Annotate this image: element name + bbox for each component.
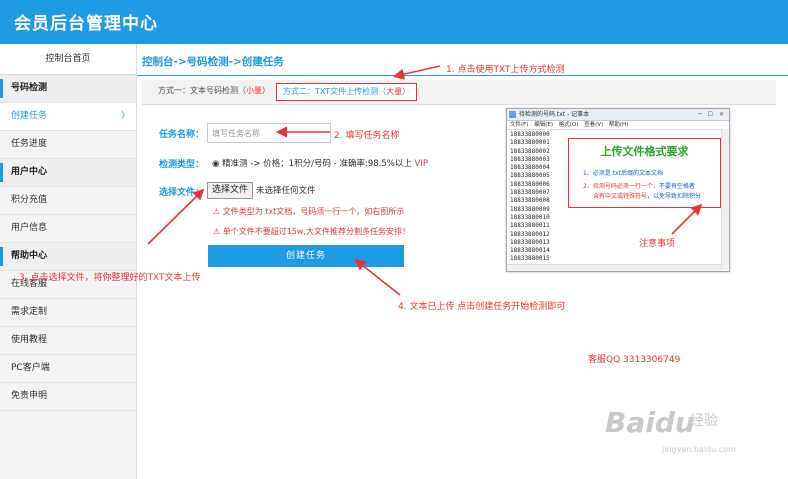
arrow-to-file-button <box>147 188 205 245</box>
watermark-url: jingyan.baidu.com <box>662 445 736 454</box>
arrow-to-format-box <box>671 203 703 235</box>
baidu-watermark-logo: Baidu <box>605 406 695 439</box>
arrow-to-tab <box>392 65 441 80</box>
watermark-jingyan: 经验 <box>690 413 718 429</box>
arrow-to-create-button <box>354 259 401 296</box>
